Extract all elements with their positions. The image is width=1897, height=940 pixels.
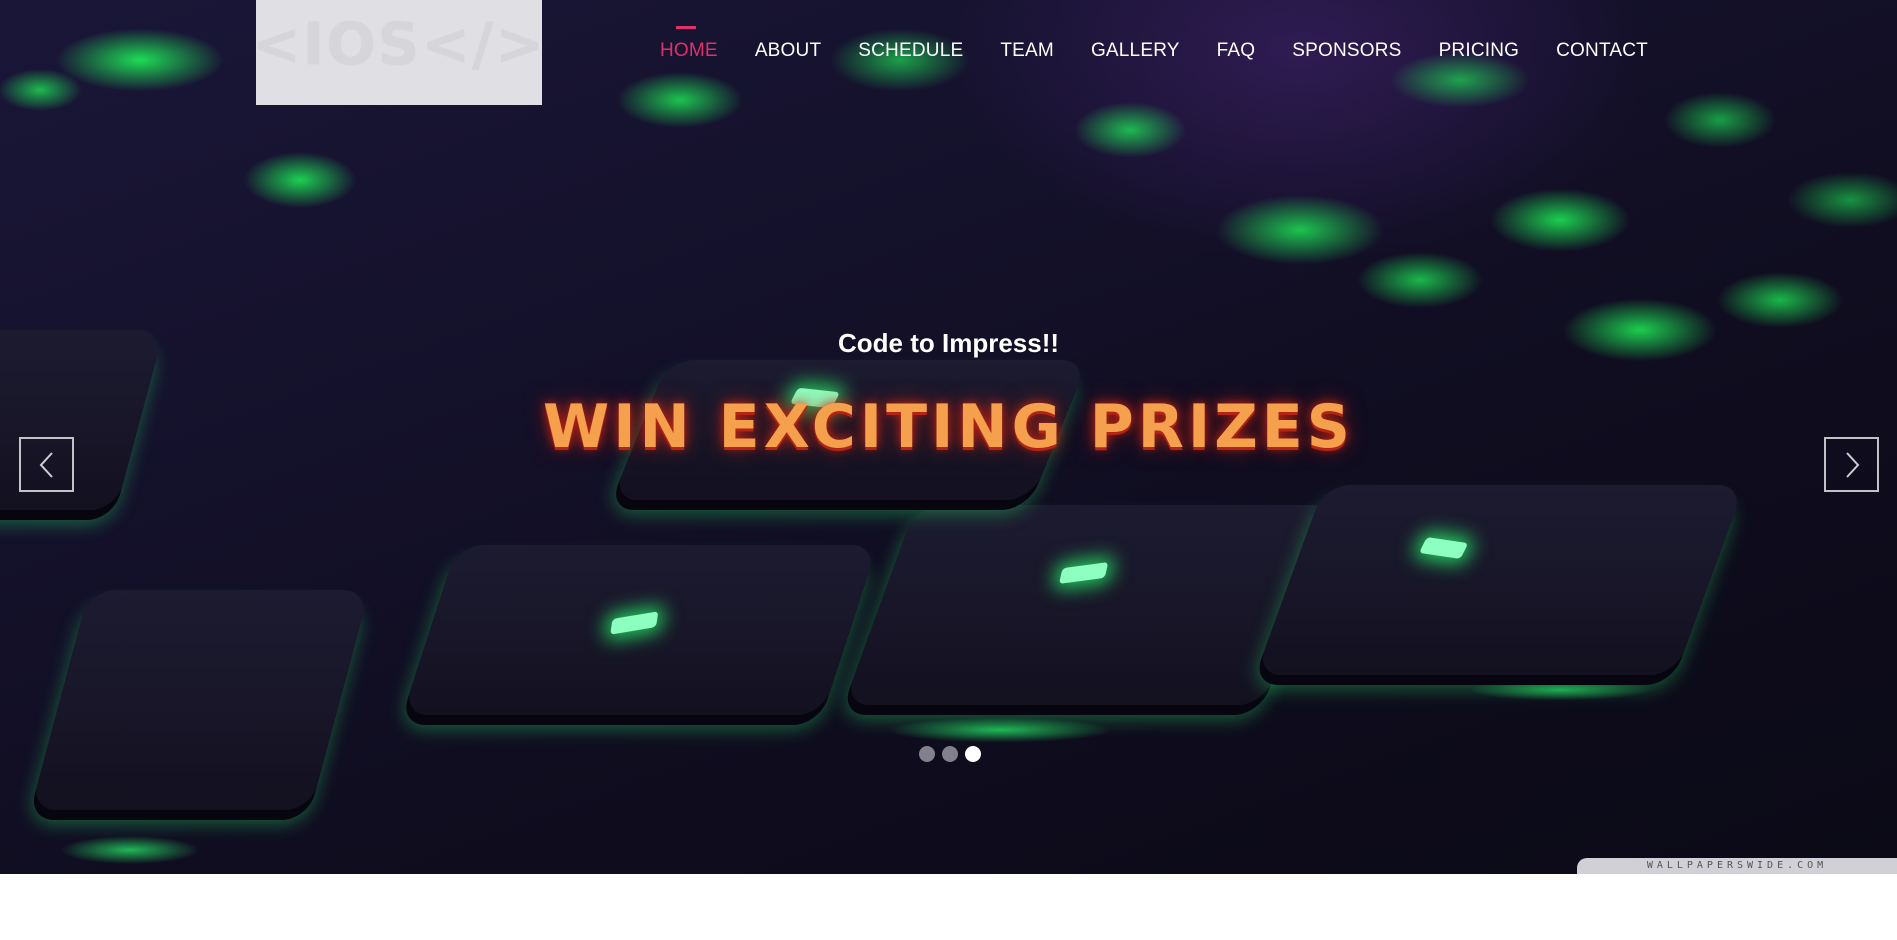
carousel-next-button[interactable] [1824, 437, 1879, 492]
site-logo[interactable]: <IOS</> [252, 0, 544, 105]
carousel-indicator-2[interactable] [942, 746, 958, 762]
hero-carousel: WALLPAPERSWIDE.COM <IOS</> HOME ABOUT SC… [0, 0, 1897, 874]
nav-item-team[interactable]: TEAM [1000, 0, 1054, 62]
nav-item-gallery[interactable]: GALLERY [1091, 0, 1180, 62]
carousel-prev-button[interactable] [19, 437, 74, 492]
nav-item-pricing[interactable]: PRICING [1439, 0, 1520, 62]
wallpaper-watermark: WALLPAPERSWIDE.COM [1577, 858, 1897, 874]
nav-item-sponsors[interactable]: SPONSORS [1292, 0, 1401, 62]
chevron-right-icon [1845, 451, 1859, 478]
nav-item-schedule[interactable]: SCHEDULE [858, 0, 963, 62]
carousel-indicator-3[interactable] [965, 746, 981, 762]
hero-headline: WIN EXCITING PRIZES [543, 392, 1354, 462]
keyboard-key-decoration [30, 590, 370, 810]
keyboard-key-decoration [1255, 485, 1745, 675]
chevron-left-icon [39, 451, 53, 478]
keyboard-key-decoration [843, 505, 1337, 705]
logo-text: <IOS</> [252, 9, 546, 78]
hero-tagline: Code to Impress!! [837, 328, 1060, 358]
nav-item-home[interactable]: HOME [660, 0, 718, 62]
main-navigation: HOME ABOUT SCHEDULE TEAM GALLERY FAQ SPO… [660, 0, 1685, 105]
nav-item-about[interactable]: ABOUT [755, 0, 821, 62]
carousel-indicators [919, 746, 988, 762]
carousel-indicator-1[interactable] [919, 746, 935, 762]
keyboard-key-decoration [402, 545, 878, 715]
nav-item-contact[interactable]: CONTACT [1556, 0, 1648, 62]
nav-item-faq[interactable]: FAQ [1217, 0, 1256, 62]
